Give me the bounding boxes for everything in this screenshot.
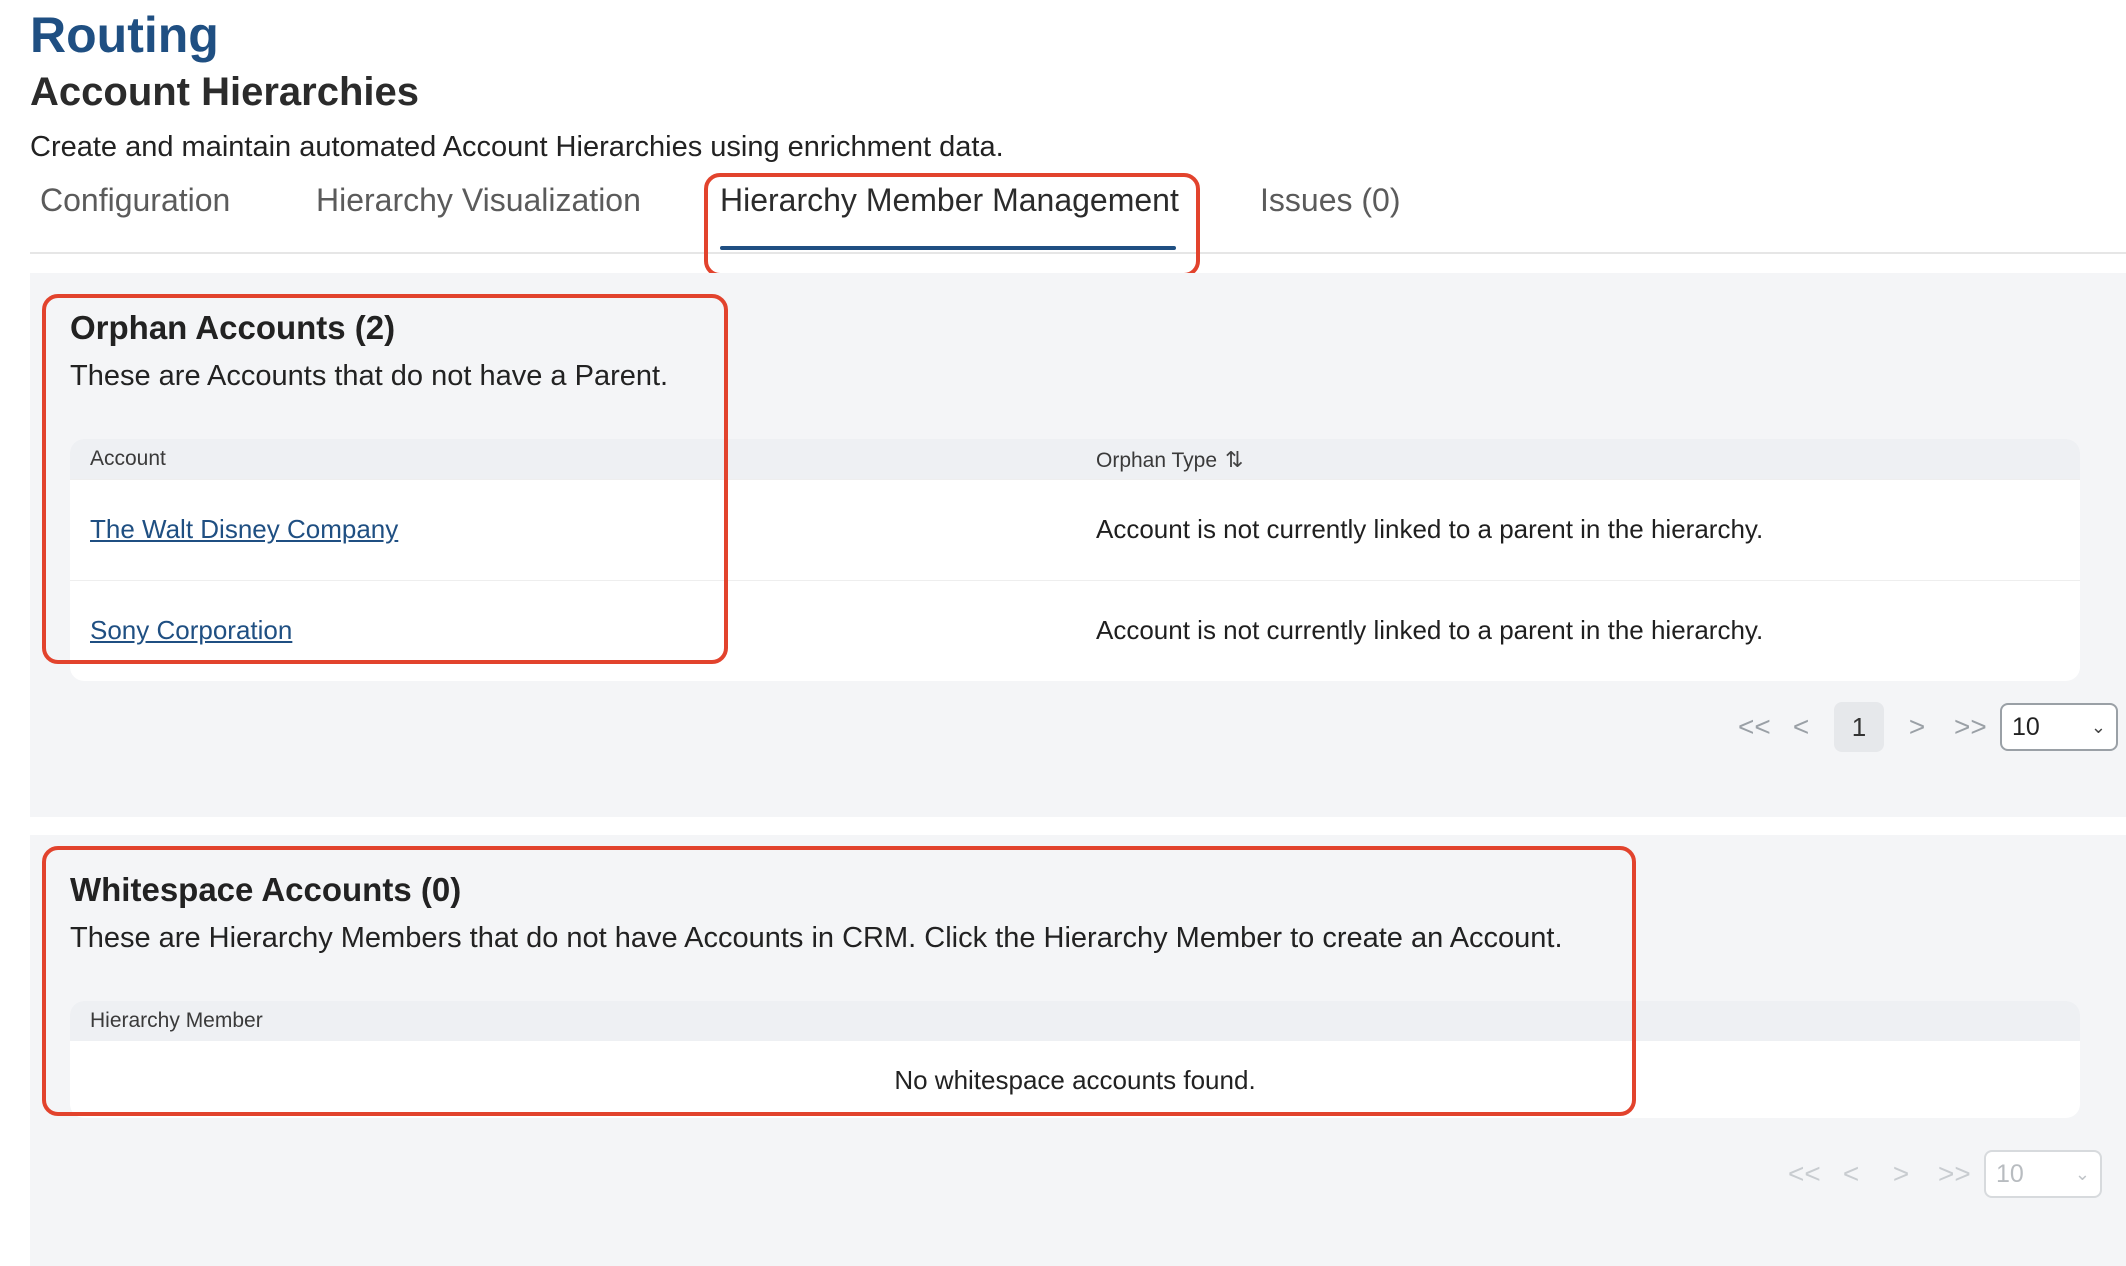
next-page-button[interactable]: > [1904, 711, 1930, 743]
tab-bar: Configuration Hierarchy Visualization Hi… [30, 172, 2126, 254]
orphan-type-cell: Account is not currently linked to a par… [1096, 615, 1764, 645]
column-header-orphan-type-label: Orphan Type [1096, 449, 1218, 472]
column-header-orphan-type[interactable]: Orphan Type ⇅ [1096, 447, 1243, 473]
last-page-button[interactable]: >> [1938, 1158, 1971, 1190]
orphan-accounts-table: Account Orphan Type ⇅ The Walt Disney Com… [70, 439, 2080, 681]
chevron-down-icon: ⌄ [2090, 716, 2106, 737]
table-header: Account Orphan Type ⇅ [70, 439, 2080, 479]
page-title: Account Hierarchies [30, 70, 420, 114]
account-link[interactable]: The Walt Disney Company [90, 514, 398, 545]
account-link[interactable]: Sony Corporation [90, 615, 292, 646]
tab-hierarchy-visualization[interactable]: Hierarchy Visualization [316, 182, 641, 219]
first-page-button[interactable]: << [1738, 711, 1771, 743]
whitespace-accounts-title: Whitespace Accounts (0) [70, 871, 462, 908]
active-tab-indicator [720, 246, 1176, 250]
empty-message: No whitespace accounts found. [894, 1065, 1256, 1095]
app-title: Routing [30, 7, 219, 63]
current-page[interactable]: 1 [1834, 702, 1884, 752]
whitespace-accounts-description: These are Hierarchy Members that do not … [70, 922, 1563, 954]
whitespace-accounts-panel: Whitespace Accounts (0) These are Hierar… [30, 835, 2126, 1266]
page-description: Create and maintain automated Account Hi… [30, 131, 1004, 163]
orphan-accounts-title: Orphan Accounts (2) [70, 309, 396, 346]
last-page-button[interactable]: >> [1954, 711, 1987, 743]
next-page-button[interactable]: > [1888, 1158, 1914, 1190]
first-page-button[interactable]: << [1788, 1158, 1821, 1190]
page-size-value: 10 [1996, 1159, 2024, 1188]
table-row: Sony Corporation Account is not currentl… [70, 580, 2080, 681]
orphan-type-cell: Account is not currently linked to a par… [1096, 514, 1764, 544]
prev-page-button[interactable]: < [1838, 1158, 1864, 1190]
page-size-select[interactable]: 10 ⌄ [2000, 703, 2118, 751]
page-size-value: 10 [2012, 712, 2040, 741]
whitespace-pagination: << < > >> 10 ⌄ [1776, 1150, 2102, 1198]
prev-page-button[interactable]: < [1788, 711, 1814, 743]
orphan-accounts-description: These are Accounts that do not have a Pa… [70, 360, 669, 392]
chevron-down-icon: ⌄ [2074, 1163, 2090, 1184]
column-header-account: Account [90, 447, 166, 470]
page-size-select[interactable]: 10 ⌄ [1984, 1150, 2102, 1198]
sort-icon[interactable]: ⇅ [1225, 447, 1243, 472]
tab-hierarchy-member-management[interactable]: Hierarchy Member Management [720, 182, 1179, 219]
tab-configuration[interactable]: Configuration [40, 182, 230, 219]
table-header: Hierarchy Member [70, 1001, 2080, 1041]
empty-row: No whitespace accounts found. [70, 1041, 2080, 1118]
orphan-accounts-panel: Orphan Accounts (2) These are Accounts t… [30, 273, 2126, 817]
column-header-hierarchy-member: Hierarchy Member [90, 1009, 263, 1032]
orphan-pagination: << < 1 > >> 10 ⌄ [1726, 702, 2118, 752]
whitespace-accounts-table: Hierarchy Member No whitespace accounts … [70, 1001, 2080, 1118]
table-row: The Walt Disney Company Account is not c… [70, 479, 2080, 580]
tab-issues[interactable]: Issues (0) [1260, 182, 1400, 219]
